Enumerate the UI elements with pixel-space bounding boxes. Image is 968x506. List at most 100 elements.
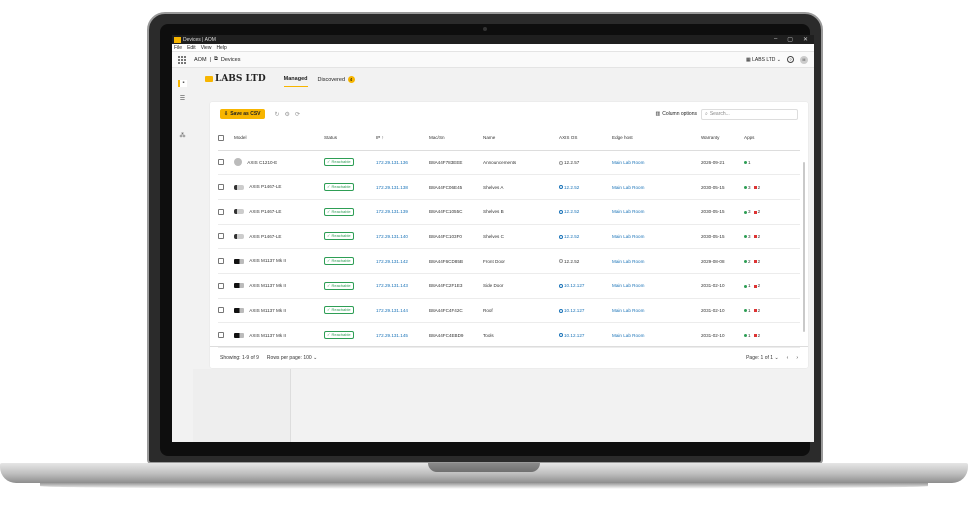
ip-link[interactable]: 172.29.131.144	[376, 308, 408, 313]
laptop-notch	[428, 463, 540, 472]
table-row[interactable]: AXIS P1467-LE ✓ Reachable 172.29.131.140 B8…	[218, 224, 800, 250]
os-update-icon	[559, 160, 563, 165]
table-scrollbar[interactable]	[803, 162, 805, 332]
tabs: Managed Discovered 4	[283, 74, 355, 87]
rail-list-icon[interactable]: ☰	[178, 96, 187, 103]
edge-host-cell: Main Lab Room	[612, 150, 701, 176]
ip-link[interactable]: 172.29.131.136	[376, 160, 408, 165]
os-version[interactable]: 12.2.52	[559, 209, 579, 214]
search-input[interactable]: ⌕ Search...	[701, 108, 798, 120]
status-cell: ✓ Reachable	[324, 248, 376, 274]
edge-host-cell: Main Lab Room	[612, 174, 701, 200]
camera-icon	[234, 283, 244, 289]
model-cell: AXIS M1137 Mk II	[234, 273, 324, 299]
edge-host-link[interactable]: Main Lab Room	[612, 283, 644, 288]
column-options-button[interactable]: ▥ Column options	[656, 111, 697, 117]
table-toolbar: ⇩ Save as CSV ↻ ⚙ ⟳ ▥ Column options ⌕ Sear…	[210, 102, 808, 126]
edge-host-link[interactable]: Main Lab Room	[612, 259, 644, 264]
minimize-button[interactable]: –	[774, 36, 777, 43]
page-select[interactable]: Page: 1 of 1 ⌄	[746, 355, 779, 361]
ip-link[interactable]: 172.29.131.142	[376, 259, 408, 264]
row-checkbox[interactable]	[218, 208, 224, 215]
model-text: AXIS M1137 Mk II	[249, 283, 286, 289]
os-version[interactable]: 10.12.127	[559, 283, 584, 288]
os-text: 10.12.127	[564, 332, 585, 338]
apps-stopped-count: 2	[757, 307, 761, 313]
avatar[interactable]: M	[800, 55, 808, 64]
table-row[interactable]: AXIS M1137 Mk II ✓ Reachable 172.29.131.14…	[218, 248, 800, 274]
menu-help[interactable]: Help	[216, 45, 226, 51]
menu-edit[interactable]: Edit	[187, 45, 196, 51]
col-name[interactable]: Name	[483, 126, 559, 151]
select-all-checkbox[interactable]	[218, 134, 224, 141]
table-row[interactable]: AXIS M1137 Mk II ✓ Reachable 172.29.131.14…	[218, 322, 800, 348]
col-edge-host[interactable]: Edge host	[612, 126, 701, 151]
next-page-icon[interactable]: ›	[796, 355, 798, 361]
menu-view[interactable]: View	[201, 45, 212, 51]
restart-icon[interactable]: ⟳	[295, 111, 300, 118]
col-status[interactable]: Status	[324, 126, 376, 151]
table-row[interactable]: AXIS P1467-LE ✓ Reachable 172.29.131.139 B8…	[218, 199, 800, 225]
os-version[interactable]: 12.2.52	[559, 234, 579, 239]
tab-managed[interactable]: Managed	[283, 74, 308, 87]
edge-host-link[interactable]: Main Lab Room	[612, 185, 644, 190]
apps-cell: 32	[744, 199, 800, 225]
os-cell: 12.2.57	[559, 150, 612, 176]
laptop-shadow	[40, 483, 928, 489]
status-cell: ✓ Reachable	[324, 322, 376, 348]
row-checkbox[interactable]	[218, 233, 224, 240]
save-csv-button[interactable]: ⇩ Save as CSV	[220, 109, 265, 119]
ip-link[interactable]: 172.29.131.145	[376, 333, 408, 338]
row-checkbox[interactable]	[218, 282, 224, 289]
breadcrumb-app[interactable]: AOM	[194, 57, 207, 63]
col-ip[interactable]: IP ↑	[376, 126, 429, 151]
prev-page-icon[interactable]: ‹	[787, 355, 789, 361]
os-version[interactable]: 10.12.127	[559, 308, 584, 313]
apps-running-count: 3	[748, 233, 751, 239]
tab-discovered[interactable]: Discovered 4	[318, 74, 355, 85]
edge-host-link[interactable]: Main Lab Room	[612, 333, 644, 338]
edge-host-link[interactable]: Main Lab Room	[612, 234, 644, 239]
col-warranty[interactable]: Warranty	[701, 126, 744, 151]
edge-host-link[interactable]: Main Lab Room	[612, 209, 644, 214]
help-icon[interactable]: ?	[787, 56, 794, 63]
row-checkbox[interactable]	[218, 332, 224, 339]
rail-topology-icon[interactable]: ⁂	[178, 133, 187, 140]
col-mac[interactable]: Mac/Sn	[429, 126, 483, 151]
refresh-icon[interactable]: ↻	[275, 111, 280, 118]
maximize-button[interactable]: ▢	[787, 36, 793, 43]
ip-link[interactable]: 172.29.131.138	[376, 185, 408, 190]
menu-file[interactable]: File	[174, 45, 182, 51]
breadcrumb-section[interactable]: Devices	[221, 57, 241, 63]
ip-link[interactable]: 172.29.131.143	[376, 283, 408, 288]
row-checkbox[interactable]	[218, 159, 224, 166]
warranty-cell: 2031-02-10	[701, 322, 744, 348]
edge-host-cell: Main Lab Room	[612, 273, 701, 299]
org-selector[interactable]: ▦ LABS LTD ⌄	[746, 57, 781, 63]
camera-icon	[234, 158, 242, 167]
app-grid-icon[interactable]	[178, 55, 186, 64]
app-running-icon	[744, 309, 747, 313]
row-checkbox[interactable]	[218, 258, 224, 265]
ip-link[interactable]: 172.29.131.139	[376, 209, 408, 214]
col-model[interactable]: Model	[234, 126, 324, 151]
row-checkbox[interactable]	[218, 307, 224, 314]
col-os[interactable]: AXIS OS	[559, 126, 612, 151]
table-row[interactable]: AXIS M1137 Mk II ✓ Reachable 172.29.131.14…	[218, 273, 800, 299]
rail-devices-icon[interactable]: ▪	[178, 80, 187, 87]
col-apps[interactable]: Apps	[744, 126, 800, 151]
table-row[interactable]: AXIS M1137 Mk II ✓ Reachable 172.29.131.14…	[218, 298, 800, 324]
os-version[interactable]: 10.12.127	[559, 333, 584, 338]
os-version[interactable]: 12.2.52	[559, 185, 579, 190]
status-badge: ✓ Reachable	[324, 257, 354, 266]
edge-host-link[interactable]: Main Lab Room	[612, 308, 644, 313]
edge-host-link[interactable]: Main Lab Room	[612, 160, 644, 165]
ip-link[interactable]: 172.29.131.140	[376, 234, 408, 239]
app-body: ≡ ▪ ☰ ⁂ LABS LTD Managed Discovered 4	[172, 68, 814, 442]
rows-per-page-select[interactable]: Rows per page: 100 ⌄	[267, 355, 317, 361]
close-button[interactable]: ✕	[803, 36, 808, 43]
table-row[interactable]: AXIS P1467-LE ✓ Reachable 172.29.131.138 B8…	[218, 174, 800, 200]
settings-icon[interactable]: ⚙	[285, 111, 290, 118]
table-row[interactable]: AXIS C1210-E ✓ Reachable 172.29.131.136 B8A…	[218, 150, 800, 176]
row-checkbox[interactable]	[218, 184, 224, 191]
